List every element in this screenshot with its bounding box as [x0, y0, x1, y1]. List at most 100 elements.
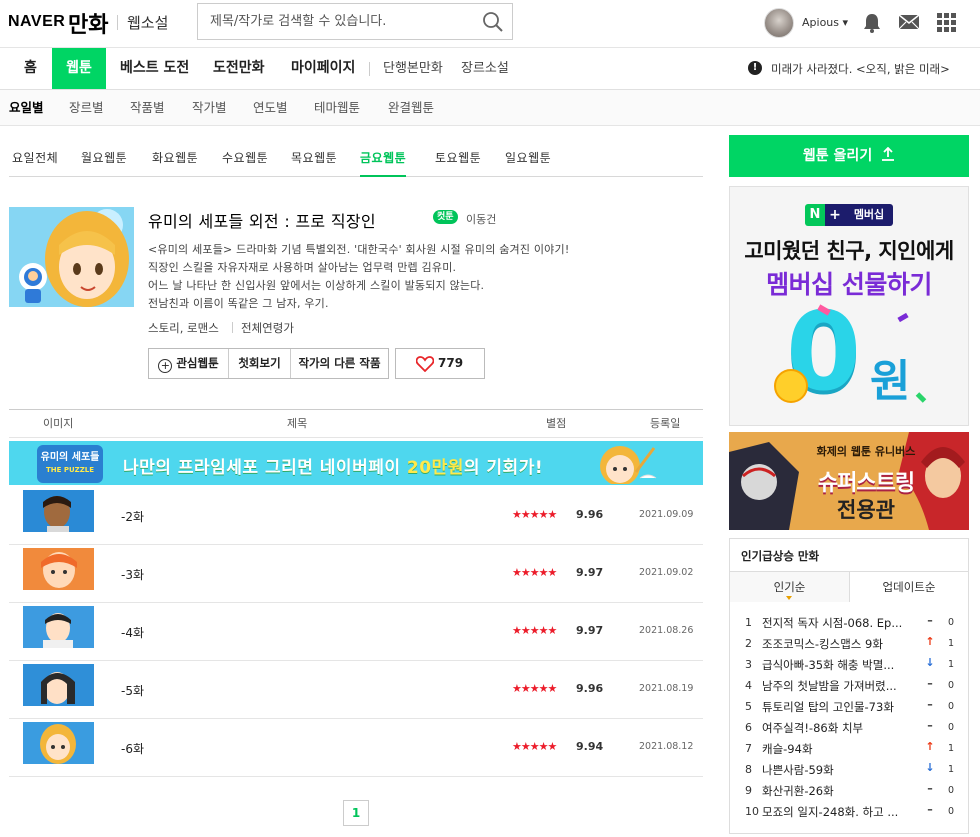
- popular-item-title[interactable]: 여주실격!-86화 치부: [762, 720, 912, 736]
- superstring-ad[interactable]: 화제의 웹툰 유니버스 슈퍼스트링 전용관: [729, 432, 969, 530]
- favorite-button[interactable]: + 관심웹툰: [149, 349, 229, 378]
- table-row[interactable]: -6화 ★★★★★ 9.94 2021.08.12: [9, 719, 703, 777]
- bell-icon[interactable]: [863, 13, 881, 33]
- list-item[interactable]: 5 튜토리얼 탑의 고인물-73화 – 0: [730, 697, 968, 718]
- arrow-down-icon: ↓: [925, 656, 935, 669]
- tab-sunday[interactable]: 일요웹툰: [505, 143, 551, 177]
- manhwa-logo[interactable]: 만화: [68, 7, 108, 39]
- membership-ad[interactable]: N + 멤버십 고미웠던 친구, 지인에게 멤버십 선물하기 0 원: [729, 186, 969, 426]
- avatar[interactable]: [764, 8, 794, 38]
- tab-tuesday[interactable]: 화요웹툰: [152, 143, 198, 177]
- popular-item-title[interactable]: 모죠의 일지-248화. 하고 ...: [762, 804, 912, 820]
- snb-weekday[interactable]: 요일별: [9, 90, 44, 126]
- list-item[interactable]: 4 남주의 첫날밤을 가져버렸... – 0: [730, 676, 968, 697]
- tab-monday[interactable]: 월요웹툰: [81, 143, 127, 177]
- tab-update[interactable]: 업데이트순: [849, 572, 968, 602]
- nav-webtoon[interactable]: 웹툰: [52, 48, 106, 89]
- snb-title[interactable]: 작품별: [130, 90, 165, 126]
- col-image: 이미지: [43, 417, 74, 430]
- first-episode-button[interactable]: 첫회보기: [229, 349, 291, 378]
- snb-year[interactable]: 연도별: [253, 90, 288, 126]
- snb-author[interactable]: 작가별: [192, 90, 227, 126]
- upload-webtoon-button[interactable]: 웹툰 올리기: [729, 135, 969, 177]
- episode-thumbnail[interactable]: [23, 490, 94, 532]
- table-row[interactable]: -4화 ★★★★★ 9.97 2021.08.26: [9, 603, 703, 661]
- author-link[interactable]: 이동건: [466, 211, 496, 227]
- banner-text-highlight: 20만원: [406, 458, 464, 478]
- snb-completed[interactable]: 완결웹툰: [388, 90, 434, 126]
- nav-best-challenge[interactable]: 베스트 도전: [120, 48, 189, 89]
- ad-tagline: 화제의 웹툰 유니버스: [816, 445, 916, 458]
- episode-date: 2021.08.26: [639, 625, 694, 636]
- rating-stars: ★★★★★: [512, 624, 557, 637]
- popular-item-title[interactable]: 급식아빠-35화 해충 박멸...: [762, 657, 912, 673]
- episode-thumbnail[interactable]: [23, 664, 94, 706]
- tab-friday[interactable]: 금요웹툰: [360, 143, 407, 177]
- description-line: 전남친과 이름이 똑같은 그 남자, 우기.: [148, 297, 329, 310]
- tab-all-days[interactable]: 요일전체: [12, 143, 58, 177]
- table-row[interactable]: -3화 ★★★★★ 9.97 2021.09.02: [9, 545, 703, 603]
- episode-image: [23, 722, 94, 764]
- nav-challenge[interactable]: 도전만화: [213, 48, 265, 89]
- nav-genre-novel[interactable]: 장르소설: [461, 48, 509, 89]
- episode-thumbnail[interactable]: [23, 548, 94, 590]
- popular-item-title[interactable]: 튜토리얼 탑의 고인물-73화: [762, 699, 912, 715]
- search-input[interactable]: [198, 4, 468, 39]
- episode-title[interactable]: -2화: [121, 508, 144, 525]
- dash-icon: –: [927, 803, 933, 816]
- list-item[interactable]: 2 조조코믹스-킹스맵스 9화 ↑ 1: [730, 634, 968, 655]
- snb-theme[interactable]: 테마웹툰: [314, 90, 360, 126]
- page-1-button[interactable]: 1: [343, 800, 369, 826]
- list-item[interactable]: 8 나쁜사람-59화 ↓ 1: [730, 760, 968, 781]
- episode-thumbnail[interactable]: [23, 722, 94, 764]
- notice-link[interactable]: 미래가 사라졌다. <오직, 밝은 미래>: [771, 61, 950, 77]
- username-menu[interactable]: Apious ▾: [802, 16, 848, 29]
- popular-item-title[interactable]: 조조코믹스-킹스맵스 9화: [762, 636, 912, 652]
- popular-item-title[interactable]: 캐슬-94화: [762, 741, 912, 757]
- comic-thumbnail[interactable]: [9, 207, 134, 307]
- col-rating: 별점: [546, 417, 567, 430]
- episode-title[interactable]: -5화: [121, 682, 144, 699]
- list-item[interactable]: 9 화산귀환-26화 – 0: [730, 781, 968, 802]
- popular-item-title[interactable]: 화산귀환-26화: [762, 783, 912, 799]
- list-item[interactable]: 10 모죠의 일지-248화. 하고 ... – 0: [730, 802, 968, 823]
- list-item[interactable]: 7 캐슬-94화 ↑ 1: [730, 739, 968, 760]
- table-row[interactable]: -5화 ★★★★★ 9.96 2021.08.19: [9, 661, 703, 719]
- banner-logo: 유미의 세포들 THE PUZZLE: [37, 445, 103, 483]
- nav-home[interactable]: 홈: [24, 48, 37, 89]
- popular-item-title[interactable]: 남주의 첫날밤을 가져버렸...: [762, 678, 912, 694]
- apps-grid-icon[interactable]: [937, 13, 956, 32]
- list-item[interactable]: 3 급식아빠-35화 해충 박멸... ↓ 1: [730, 655, 968, 676]
- genre-text: 스토리, 로맨스: [148, 321, 219, 335]
- popular-item-title[interactable]: 나쁜사람-59화: [762, 762, 912, 778]
- popular-item-title[interactable]: 전지적 독자 시점-068. Ep...: [762, 615, 912, 631]
- episode-title[interactable]: -4화: [121, 624, 144, 641]
- like-button[interactable]: 779: [395, 348, 485, 379]
- nav-mypage[interactable]: 마이페이지: [291, 48, 355, 89]
- dash-icon: –: [927, 677, 933, 690]
- mail-icon[interactable]: [898, 14, 920, 30]
- rating-score: 9.96: [576, 682, 604, 695]
- snb-genre[interactable]: 장르별: [69, 90, 104, 126]
- list-item[interactable]: 6 여주실격!-86화 치부 – 0: [730, 718, 968, 739]
- tab-saturday[interactable]: 토요웹툰: [435, 143, 481, 177]
- tab-thursday[interactable]: 목요웹툰: [291, 143, 337, 177]
- table-row[interactable]: -2화 ★★★★★ 9.96 2021.09.09: [9, 487, 703, 545]
- naver-logo[interactable]: NAVER: [8, 13, 65, 31]
- banner-character-image: [600, 446, 657, 484]
- episode-title[interactable]: -3화: [121, 566, 144, 583]
- description-line: <유미의 세포들> 드라마화 기념 특별외전. '대한국수' 회사원 시절 유미…: [148, 243, 570, 256]
- logo-plus: +: [825, 204, 845, 226]
- cuttoon-badge: 컷툰: [433, 210, 458, 224]
- web-novel-link[interactable]: 웹소설: [127, 12, 168, 33]
- nav-books[interactable]: 단행본만화: [383, 48, 443, 89]
- search-icon[interactable]: [482, 11, 504, 33]
- episode-thumbnail[interactable]: [23, 606, 94, 648]
- list-item[interactable]: 1 전지적 독자 시점-068. Ep... – 0: [730, 613, 968, 634]
- comic-title: 유미의 세포들 외전 : 프로 직장인: [148, 212, 376, 231]
- other-works-button[interactable]: 작가의 다른 작품: [291, 349, 388, 378]
- event-banner[interactable]: 유미의 세포들 THE PUZZLE 나만의 프라임세포 그리면 네이버페이 2…: [9, 441, 703, 485]
- episode-title[interactable]: -6화: [121, 740, 144, 757]
- tab-popular[interactable]: 인기순: [730, 572, 849, 602]
- tab-wednesday[interactable]: 수요웹툰: [222, 143, 268, 177]
